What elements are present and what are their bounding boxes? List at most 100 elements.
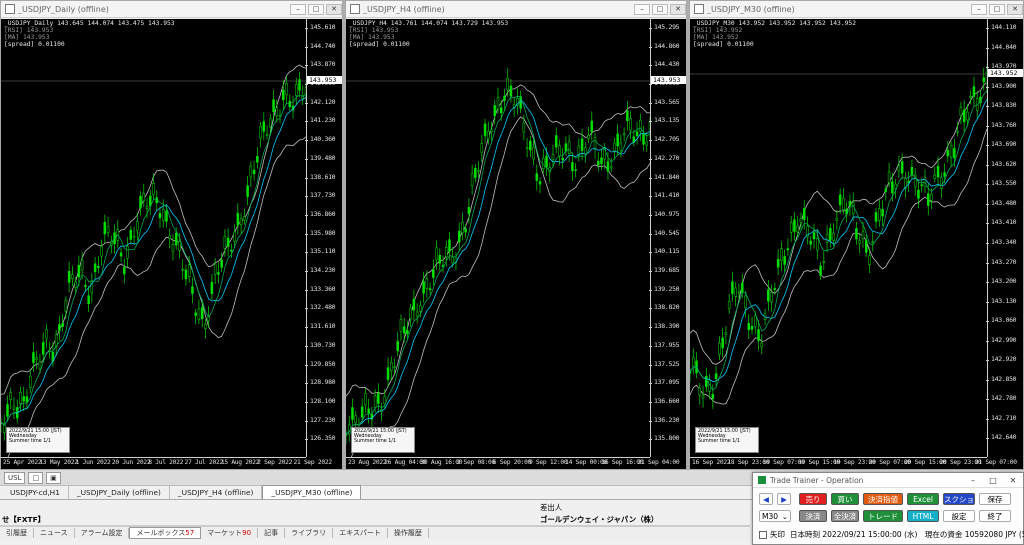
window-titlebar[interactable]: _USDJPY_M30 (offline) – □ ✕ — [690, 1, 1023, 18]
time-tick-label: 21 Sep 04:00 — [637, 459, 680, 466]
time-axis[interactable]: 23 Aug 2022 26 Aug 04:00 30 Aug 16:00 2 Sep… — [346, 457, 680, 469]
close-limit-button[interactable]: 決済指値 — [863, 493, 903, 505]
minimize-button[interactable]: – — [290, 3, 306, 15]
terminal-tab[interactable]: 操作履歴 — [388, 528, 429, 538]
minimize-button[interactable]: – — [634, 3, 650, 15]
price-tick-label: 127.230 — [304, 415, 336, 424]
candle-body — [933, 174, 937, 179]
prev-arrow-button[interactable]: ◀ — [759, 493, 773, 505]
maximize-button[interactable]: □ — [308, 3, 324, 15]
terminal-tab-label: 記事 — [264, 529, 279, 537]
price-axis[interactable]: 145.610144.740143.870142.990142.120141.2… — [304, 19, 342, 457]
terminal-tab[interactable]: 引履歴 — [0, 528, 34, 538]
candle-body — [597, 160, 600, 166]
candle-body — [613, 142, 616, 152]
trade-button[interactable]: トレード — [863, 510, 903, 522]
current-price-label: 143.953 — [307, 76, 342, 84]
candle-body — [77, 265, 81, 278]
excel-button[interactable]: Excel — [907, 493, 939, 505]
price-axis[interactable]: 145.295144.860144.430143.995143.565143.1… — [648, 19, 686, 457]
candle-body — [962, 109, 966, 123]
candle-body — [236, 212, 240, 226]
window-titlebar[interactable]: _USDJPY_H4 (offline) – □ ✕ — [346, 1, 686, 18]
candle-body — [249, 165, 253, 178]
candle-body — [884, 188, 888, 192]
close-button[interactable]: ✕ — [1003, 476, 1023, 485]
time-tick-label: 6 Sep 20:00 — [492, 459, 532, 466]
candle-body — [642, 133, 645, 145]
operation-titlebar[interactable]: Trade Trainer - Operation – □ ✕ — [753, 473, 1023, 488]
hud-summer: Summer time 1/1 — [698, 439, 740, 445]
terminal-tab[interactable]: ニュース — [34, 528, 75, 538]
terminal-tab[interactable]: アラーム設定 — [75, 528, 130, 538]
minimize-button[interactable]: – — [963, 476, 983, 485]
chart-tab[interactable]: _USDJPY_H4 (offline) — [170, 486, 263, 499]
close-button[interactable]: ✕ — [670, 3, 686, 15]
time-tick-label: 25 Apr 2022 — [3, 459, 42, 466]
price-tick-label: 143.340 — [985, 238, 1017, 246]
candle-body — [822, 261, 826, 263]
settings-button[interactable]: 設定 — [943, 510, 975, 522]
price-chart[interactable]: _USDJPY_M30 143.952 143.952 143.952 143.… — [690, 19, 1023, 469]
candle-body — [487, 131, 490, 139]
next-arrow-button[interactable]: ▶ — [777, 493, 791, 505]
tab-count-badge: 57 — [185, 529, 195, 537]
price-tick-label: 136.230 — [648, 415, 680, 424]
time-axis[interactable]: 25 Apr 2022 13 May 2022 1 Jun 2022 20 Jun 2… — [1, 457, 332, 469]
candle-body — [32, 352, 35, 363]
sell-button[interactable]: 売り — [799, 493, 827, 505]
chart-tab-active[interactable]: _USDJPY_M30 (offline) — [262, 485, 362, 499]
chart-tab[interactable]: _USDJPY_Daily (offline) — [69, 486, 170, 499]
minimize-button[interactable]: – — [971, 3, 987, 15]
close-all-button[interactable]: 全決済 — [831, 510, 859, 522]
chart-tab[interactable]: USDJPY-cd,H1 — [2, 486, 69, 499]
candle-body — [789, 222, 793, 233]
candle-body — [819, 265, 822, 276]
maximize-button[interactable]: □ — [652, 3, 668, 15]
time-hud: 2022/9/21 15:00 (JST) Wednesday Summer t… — [351, 427, 415, 453]
price-tick-label: 144.740 — [304, 41, 336, 50]
candle-body — [386, 367, 390, 380]
candle-body — [220, 259, 223, 268]
window-title: _USDJPY_M30 (offline) — [707, 4, 795, 14]
candle-body — [635, 131, 639, 137]
terminal-tab[interactable]: マーケット90 — [201, 528, 259, 538]
price-chart[interactable]: _USDJPY_H4 143.761 144.074 143.729 143.9… — [346, 19, 686, 469]
maximize-button[interactable]: □ — [989, 3, 1005, 15]
taskbar-pill[interactable]: ▣ — [46, 471, 61, 484]
close-button[interactable]: ✕ — [326, 3, 342, 15]
candle-body — [861, 231, 865, 240]
taskbar-pill[interactable]: □ — [28, 471, 44, 484]
close-position-button[interactable]: 決済 — [799, 510, 827, 522]
candle-body — [793, 219, 796, 232]
price-tick-label: 129.850 — [304, 359, 336, 368]
window-titlebar[interactable]: _USDJPY_Daily (offline) – □ ✕ — [1, 1, 342, 18]
candle-body — [571, 162, 574, 172]
terminal-tab[interactable]: 記事 — [258, 528, 286, 538]
html-button[interactable]: HTML — [907, 510, 939, 522]
buy-button[interactable]: 買い — [831, 493, 859, 505]
close-button[interactable]: ✕ — [1007, 3, 1023, 15]
candle-body — [864, 240, 868, 253]
timeframe-select[interactable]: M30 ⌄ — [759, 510, 791, 522]
save-button[interactable]: 保存 — [979, 493, 1011, 505]
candle-body — [84, 285, 87, 287]
arrow-checkbox[interactable] — [759, 530, 767, 539]
timeframe-value: M30 — [762, 511, 779, 521]
terminal-tab[interactable]: ライブラリ — [285, 528, 334, 538]
candle-body — [786, 248, 790, 251]
terminal-tab[interactable]: エキスパート — [333, 528, 388, 538]
candle-body — [881, 209, 884, 217]
taskbar-pill[interactable]: USL — [4, 471, 26, 484]
price-axis[interactable]: 144.110 144.040 143.970 143.900 143.830 143.7… — [985, 19, 1023, 457]
terminal-tab[interactable]: メールボックス57 — [129, 527, 202, 539]
screenshot-button[interactable]: スクショ — [943, 493, 975, 505]
exit-button[interactable]: 終了 — [979, 510, 1011, 522]
candle-body — [360, 406, 364, 418]
candle-body — [956, 130, 959, 133]
time-axis[interactable]: 16 Sep 2022 18 Sep 23:00 19 Sep 07:00 19 Se… — [690, 457, 1017, 469]
news-row[interactable]: せ【FXTF】 ゴールデンウェイ・ジャパン（株） — [0, 514, 750, 526]
price-chart[interactable]: _USDJPY_Daily 143.645 144.074 143.475 14… — [1, 19, 342, 469]
maximize-button[interactable]: □ — [983, 476, 1003, 485]
candle-body — [256, 156, 259, 163]
